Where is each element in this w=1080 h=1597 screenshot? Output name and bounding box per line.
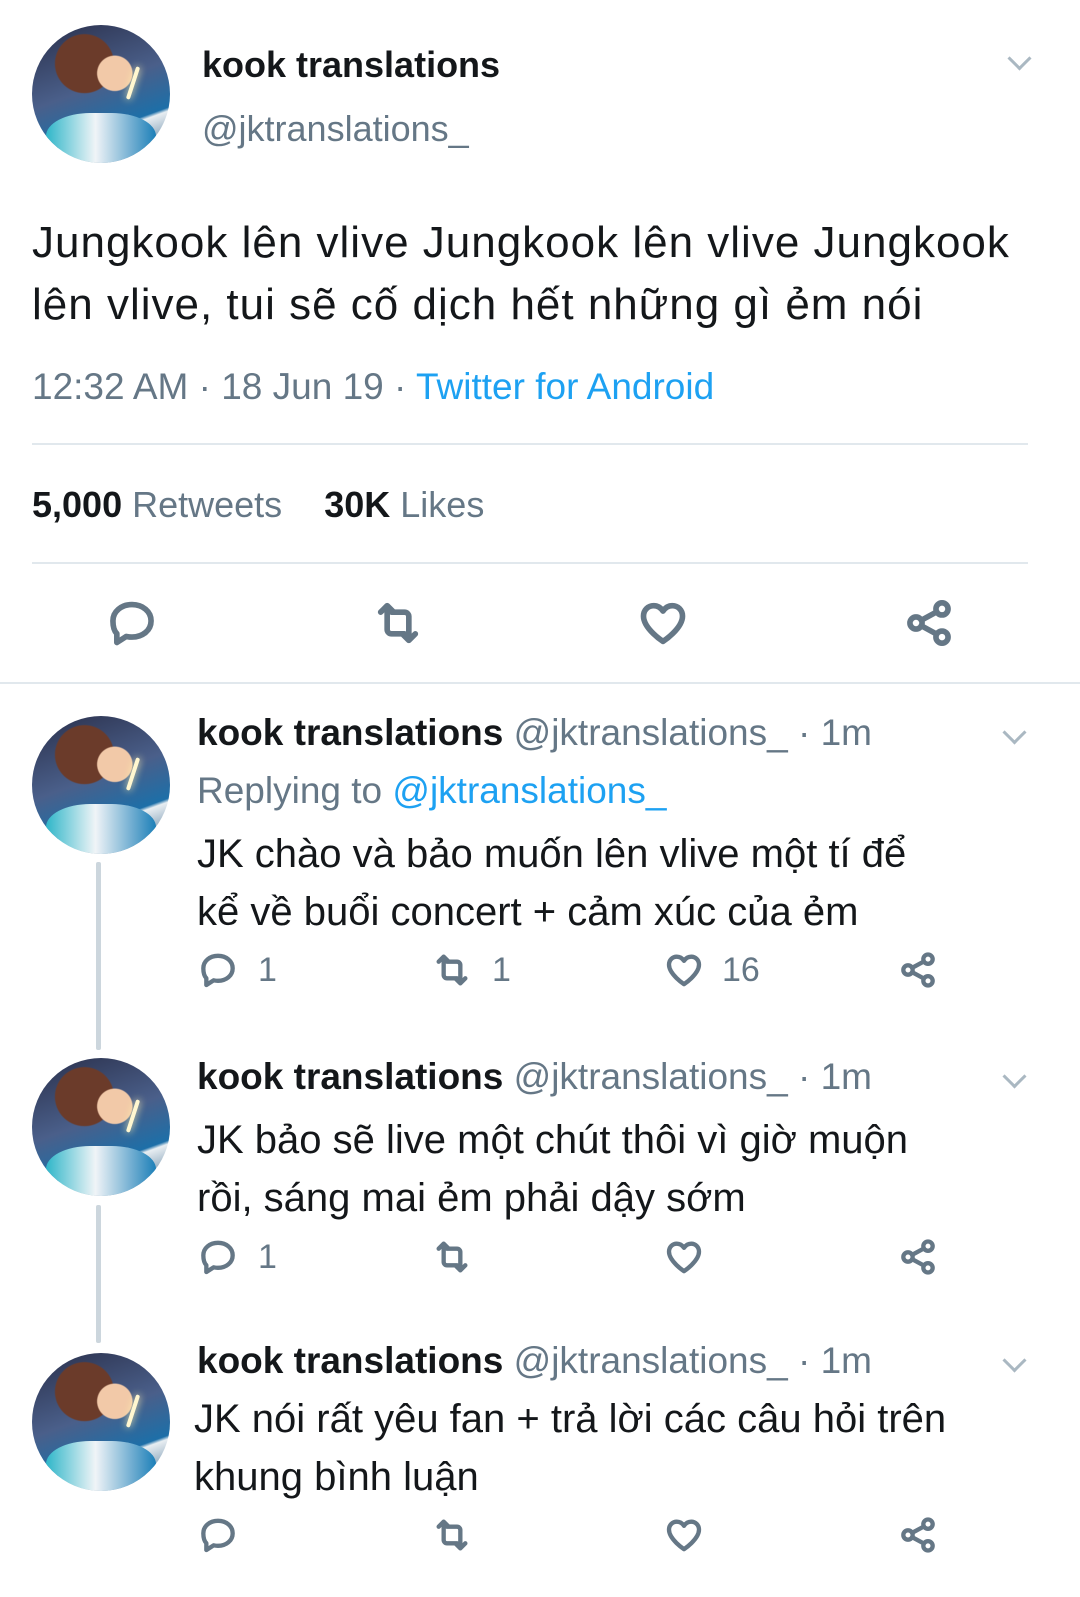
avatar[interactable] — [32, 1353, 170, 1491]
divider — [0, 682, 1080, 684]
retweets-count: 5,000 — [32, 484, 123, 525]
reply-icon[interactable] — [198, 1515, 238, 1555]
reply-icon[interactable] — [198, 1237, 238, 1277]
likes-stat[interactable]: 30K Likes — [324, 484, 484, 525]
display-name[interactable]: kook translations — [202, 44, 500, 86]
divider — [32, 443, 1028, 445]
reply-time: · 1m — [798, 712, 872, 753]
share-icon[interactable] — [898, 950, 938, 990]
retweet-icon[interactable] — [430, 950, 474, 990]
tweet-stats: 5,000 Retweets 30K Likes — [32, 484, 484, 526]
retweets-stat[interactable]: 5,000 Retweets — [32, 484, 292, 525]
tweet-text-line-2: lên vlive, tui sẽ cố dịch hết những gì ẻ… — [32, 280, 924, 329]
retweet-icon[interactable] — [430, 1237, 474, 1277]
avatar[interactable] — [32, 1058, 170, 1196]
like-count: 16 — [722, 951, 760, 989]
tweet-time: 12:32 AM — [32, 366, 189, 407]
share-icon[interactable] — [898, 1515, 938, 1555]
reply-time: · 1m — [798, 1340, 872, 1381]
reply-header: kook translations @jktranslations_ · 1m — [197, 712, 872, 754]
reply-text-line-2: kể về buổi concert + cảm xúc của ẻm — [197, 890, 859, 934]
like-icon[interactable] — [664, 1237, 704, 1277]
separator: · — [198, 366, 211, 407]
display-name[interactable]: kook translations — [197, 1056, 503, 1097]
reply-text-line-1: JK chào và bảo muốn lên vlive một tí để — [197, 832, 907, 876]
share-icon[interactable] — [898, 1237, 938, 1277]
retweets-label: Retweets — [132, 484, 283, 525]
tweet-source-link[interactable]: Twitter for Android — [416, 366, 714, 407]
display-name[interactable]: kook translations — [197, 1340, 503, 1381]
like-icon[interactable] — [637, 597, 689, 649]
chevron-down-icon[interactable] — [1007, 46, 1032, 71]
likes-label: Likes — [400, 484, 485, 525]
separator: · — [394, 366, 407, 407]
replying-label: Replying to — [197, 770, 383, 811]
avatar[interactable] — [32, 25, 170, 163]
chevron-down-icon[interactable] — [1002, 1064, 1027, 1089]
handle[interactable]: @jktranslations_ — [514, 1056, 788, 1097]
like-icon[interactable] — [664, 950, 704, 990]
tweet-text-line-1: Jungkook lên vlive Jungkook lên vlive Ju… — [32, 218, 1010, 267]
divider — [32, 562, 1028, 564]
like-icon[interactable] — [664, 1515, 704, 1555]
reply-header: kook translations @jktranslations_ · 1m — [197, 1056, 872, 1098]
retweet-icon[interactable] — [430, 1515, 474, 1555]
display-name[interactable]: kook translations — [197, 712, 503, 753]
chevron-down-icon[interactable] — [1002, 1348, 1027, 1373]
reply-icon[interactable] — [198, 950, 238, 990]
handle[interactable]: @jktranslations_ — [514, 712, 788, 753]
thread-line — [96, 862, 101, 1050]
retweet-count: 1 — [492, 951, 511, 989]
share-icon[interactable] — [903, 597, 955, 649]
reply-count: 1 — [258, 951, 277, 989]
thread-line — [96, 1205, 101, 1343]
tweet-date: 18 Jun 19 — [221, 366, 384, 407]
reply-text-line-1: JK bảo sẽ live một chút thôi vì giờ muộn — [197, 1118, 909, 1162]
chevron-down-icon[interactable] — [1002, 720, 1027, 745]
avatar[interactable] — [32, 716, 170, 854]
tweet-meta: 12:32 AM · 18 Jun 19 · Twitter for Andro… — [32, 366, 714, 408]
reply-time: · 1m — [798, 1056, 872, 1097]
retweet-icon[interactable] — [370, 597, 426, 649]
replying-handle-link[interactable]: @jktranslations_ — [392, 770, 666, 811]
reply-text-line-2: rồi, sáng mai ẻm phải dậy sớm — [197, 1176, 746, 1220]
reply-icon[interactable] — [106, 597, 158, 649]
reply-text-line-2: khung bình luận — [194, 1455, 479, 1499]
likes-count: 30K — [324, 484, 391, 525]
reply-count: 1 — [258, 1238, 277, 1276]
reply-text-line-1: JK nói rất yêu fan + trả lời các câu hỏi… — [194, 1397, 947, 1441]
reply-header: kook translations @jktranslations_ · 1m — [197, 1340, 872, 1382]
handle[interactable]: @jktranslations_ — [514, 1340, 788, 1381]
handle[interactable]: @jktranslations_ — [202, 108, 469, 150]
replying-to: Replying to @jktranslations_ — [197, 770, 666, 812]
